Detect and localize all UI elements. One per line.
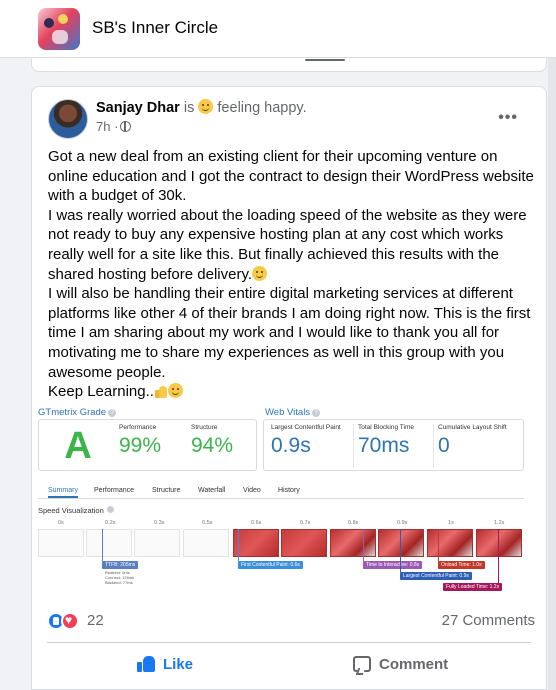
filmstrip-frame [427, 529, 473, 557]
help-icon: ? [312, 409, 321, 417]
ttfb-detail: Backend: 77ms [105, 580, 133, 585]
help-icon: ? [108, 409, 117, 417]
post-paragraph: I will also be handling their entire dig… [48, 285, 531, 381]
thumbs-up-emoji-icon [154, 384, 168, 399]
tick-label: 0.7s [300, 520, 311, 526]
tick-label: 0.9s [397, 520, 408, 526]
smile-emoji-icon [167, 383, 183, 399]
filmstrip-frame [476, 529, 522, 557]
author-name[interactable]: Sanjay Dhar [96, 100, 180, 116]
author-line: Sanjay Dhar is feeling happy. [96, 99, 307, 116]
group-header: SB's Inner Circle [0, 0, 556, 58]
post-time[interactable]: 7h · [96, 119, 132, 134]
tick-label: 1.2s [494, 520, 505, 526]
lcp-metric: Largest Contentful Paint 0.9s [267, 424, 354, 468]
tbt-metric: Total Blocking Time 70ms [354, 424, 434, 468]
report-tab-waterfall[interactable]: Waterfall [198, 487, 225, 494]
web-vitals-box: Largest Contentful Paint 0.9s Total Bloc… [263, 419, 524, 471]
ttfb-marker: TTFB: 205ms [102, 561, 139, 569]
filmstrip-frame [233, 529, 279, 557]
smile-emoji-icon [252, 265, 268, 281]
tick-label: 0.8s [348, 520, 359, 526]
filmstrip-frame [183, 529, 229, 557]
tick-label: 1s [448, 520, 454, 526]
filmstrip-frame [330, 529, 376, 557]
onload-marker: Onload Time: 1.0s [438, 561, 485, 569]
scrollbar[interactable] [548, 58, 556, 690]
fully-loaded-marker: Fully Loaded Time: 1.2s [443, 583, 503, 591]
post-card: Sanjay Dhar is feeling happy. 7h · ••• G… [31, 86, 547, 690]
tick-label: 0.6s [251, 520, 262, 526]
tti-marker: Time to Interactive: 0.8s [363, 561, 423, 569]
grade-letter: A [64, 425, 92, 467]
grade-box: A Performance 99% Structure 94% [38, 419, 257, 471]
report-tab-structure[interactable]: Structure [152, 487, 180, 494]
post-paragraph: Got a new deal from an existing client f… [48, 148, 534, 205]
filmstrip-frame [378, 529, 424, 557]
group-thumbnail[interactable] [38, 8, 80, 50]
tick-label: 0.3s [154, 520, 165, 526]
report-tab-video[interactable]: Video [243, 487, 261, 494]
previous-post-card [31, 58, 547, 72]
report-tab-history[interactable]: History [278, 487, 300, 494]
tick-label: 0.2s [105, 520, 116, 526]
post-paragraph: I was really worried about the loading s… [48, 206, 527, 283]
avatar[interactable] [48, 99, 88, 139]
post-body: Got a new deal from an existing client f… [48, 147, 536, 402]
post-paragraph: Keep Learning.. [48, 383, 154, 401]
filmstrip-frame [38, 529, 84, 557]
tick-label: 0.5s [202, 520, 213, 526]
vitals-title: Web Vitals? [265, 407, 321, 418]
speed-visualization-title: Speed Visualization [38, 506, 114, 515]
performance-metric: Performance 99% [119, 424, 162, 457]
post-time-text[interactable]: 7h · [96, 119, 118, 134]
more-options-icon[interactable]: ••• [498, 109, 518, 127]
tick-label: 0s [58, 520, 64, 526]
cls-metric: Cumulative Layout Shift 0 [438, 424, 507, 457]
report-tab-summary[interactable]: Summary [48, 487, 78, 498]
lcp-marker: Largest Contentful Paint: 0.9s [400, 572, 472, 580]
group-name[interactable]: SB's Inner Circle [92, 18, 218, 38]
structure-metric: Structure 94% [191, 424, 234, 457]
report-tabs: Summary Performance Structure Waterfall … [38, 485, 524, 499]
filmstrip-frame [134, 529, 180, 557]
filmstrip-frame [86, 529, 132, 557]
grade-title: GTmetrix Grade? [38, 407, 117, 418]
fcp-marker: First Contentful Paint: 0.6s [238, 561, 303, 569]
speed-filmstrip [38, 529, 524, 557]
report-tab-performance[interactable]: Performance [94, 487, 134, 494]
gtmetrix-report-image[interactable]: GTmetrix Grade? Web Vitals? A Performanc… [38, 405, 524, 595]
filmstrip-frame [281, 529, 327, 557]
smile-emoji-icon [198, 99, 214, 114]
feeling-text: feeling happy. [217, 100, 307, 116]
feeling-prefix: is [183, 100, 195, 116]
globe-icon [120, 121, 132, 132]
